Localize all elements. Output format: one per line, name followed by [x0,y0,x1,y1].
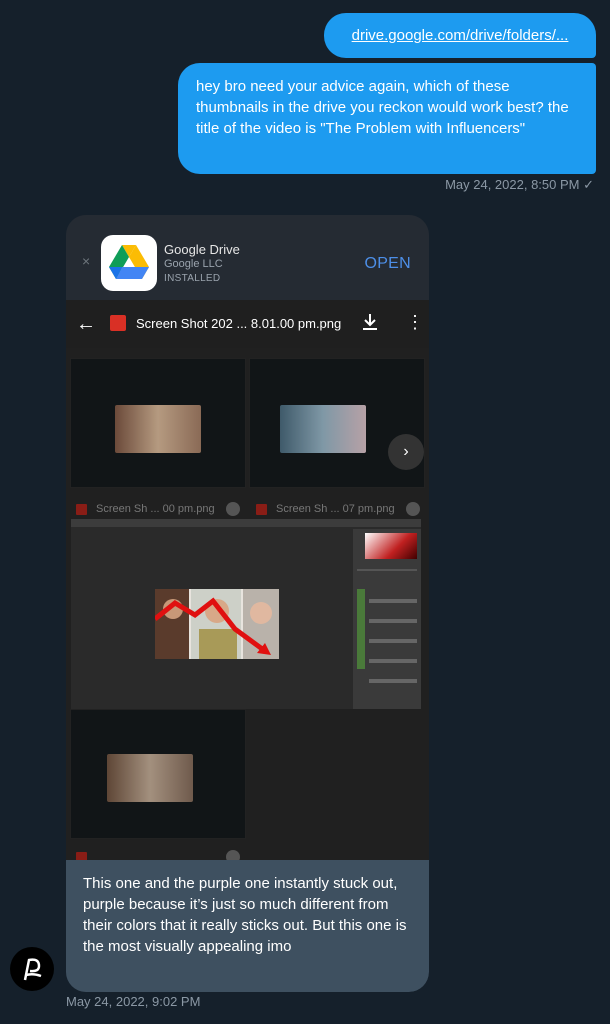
file-label: Screen Sh ... 07 pm.png [276,503,395,515]
info-icon[interactable] [406,502,420,516]
more-options-icon[interactable]: ⋮ [406,312,424,333]
download-icon[interactable] [361,312,379,337]
image-file-icon [110,315,126,331]
next-image-button[interactable]: › [388,434,424,470]
photoshop-title-bar [71,519,421,527]
incoming-message-bubble: This one and the purple one instantly st… [66,860,429,992]
outgoing-message-bubble: hey bro need your advice again, which of… [178,63,596,174]
link-message-bubble[interactable]: drive.google.com/drive/folders/... [324,13,596,58]
photoshop-layers-panel [353,529,421,709]
file-label: Screen Sh ... 00 pm.png [96,503,215,515]
open-app-button[interactable]: OPEN [364,255,411,273]
incoming-image-message[interactable]: × Google Drive Google LLC INSTALLED OPEN… [66,215,429,992]
file-tile[interactable] [70,358,246,488]
app-banner: × Google Drive Google LLC INSTALLED OPEN [66,215,429,300]
outgoing-timestamp: May 24, 2022, 8:50 PM ✓ [445,177,594,192]
sender-avatar[interactable] [10,947,54,991]
photoshop-screenshot[interactable] [71,519,421,709]
google-drive-icon [101,235,157,291]
file-viewer-toolbar: ← Screen Shot 202 ... 8.01.00 pm.png ⋮ [66,300,429,348]
thumbnail-preview [155,589,279,659]
chevron-right-icon: › [403,443,409,460]
thumbnail-image [115,405,201,453]
drive-file-grid: Screen Sh ... 00 pm.png Screen Sh ... 07… [66,348,429,864]
image-file-icon [76,504,87,515]
thumbnail-image [107,754,193,802]
incoming-message-text: This one and the purple one instantly st… [83,875,407,955]
thumbnail-image [280,405,366,453]
info-icon[interactable] [226,502,240,516]
back-arrow-icon[interactable]: ← [76,313,96,336]
app-developer: Google LLC [164,258,223,270]
file-name: Screen Shot 202 ... 8.01.00 pm.png [136,316,342,331]
app-status: INSTALLED [164,273,221,284]
image-file-icon [256,504,267,515]
outgoing-message-text: hey bro need your advice again, which of… [196,78,569,137]
app-name: Google Drive [164,242,240,257]
incoming-timestamp: May 24, 2022, 9:02 PM [66,994,201,1009]
file-tile[interactable] [70,709,246,839]
drive-folder-link[interactable]: drive.google.com/drive/folders/... [352,27,569,44]
close-icon[interactable]: × [82,253,90,269]
